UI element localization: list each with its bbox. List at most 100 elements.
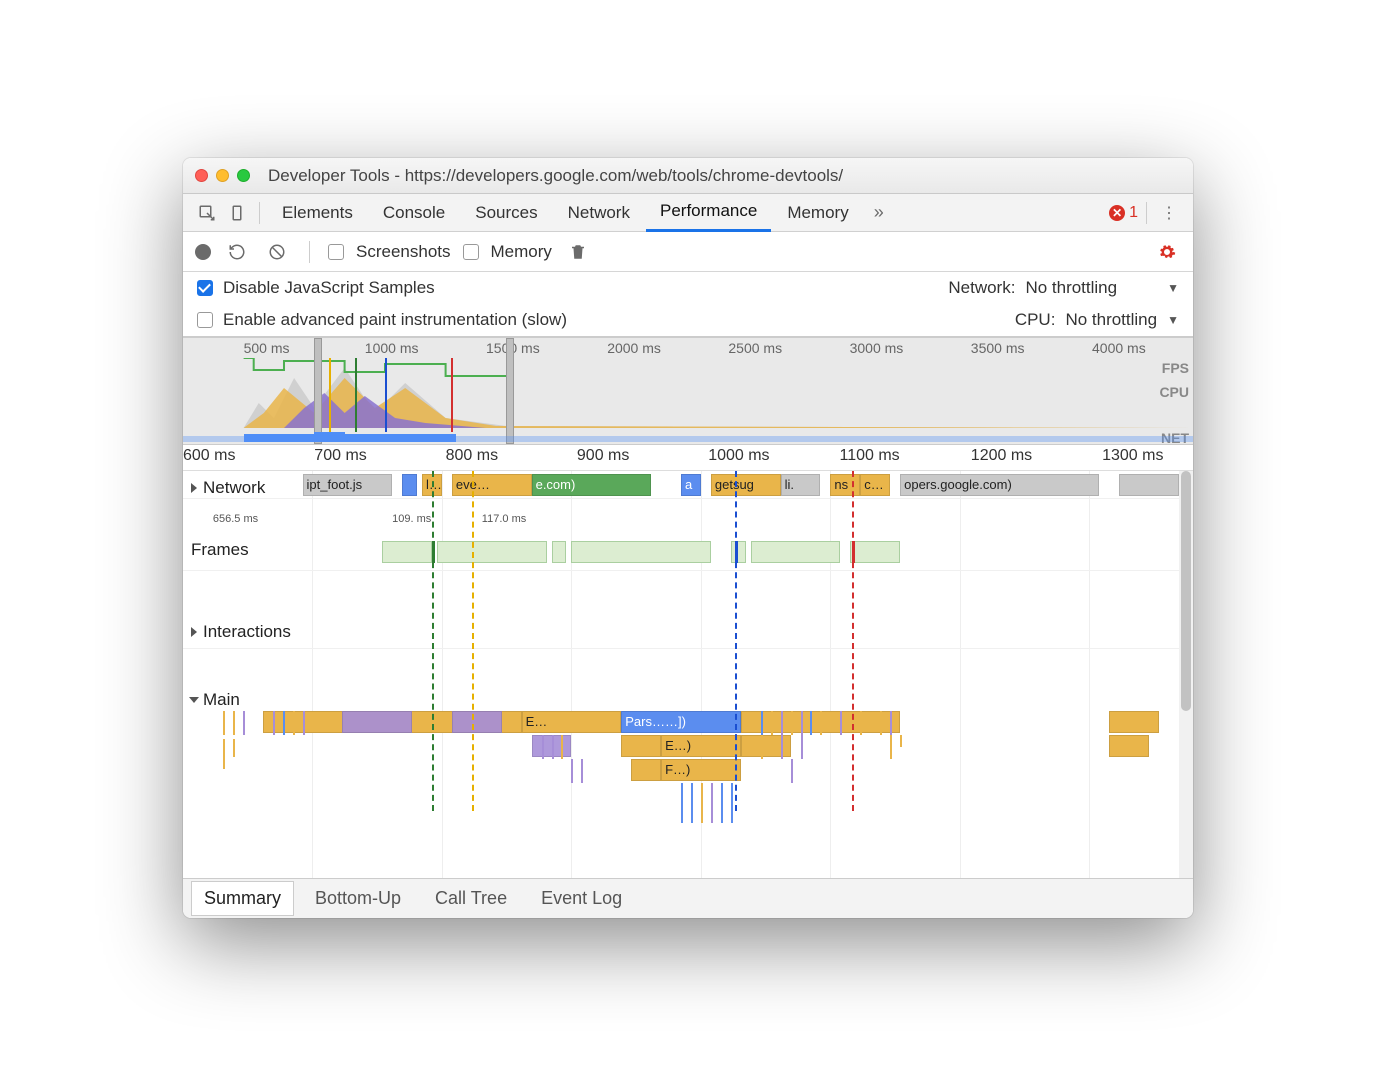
flame-spike[interactable] xyxy=(561,735,563,759)
flame-spike[interactable] xyxy=(761,735,763,759)
overview-handle-left[interactable] xyxy=(314,338,322,444)
flame-spike[interactable] xyxy=(761,711,763,735)
scrollbar-thumb[interactable] xyxy=(1181,471,1191,711)
tab-sources[interactable]: Sources xyxy=(461,195,551,231)
zoom-icon[interactable] xyxy=(237,169,250,182)
record-button[interactable] xyxy=(195,244,211,260)
flame-spike[interactable] xyxy=(571,759,573,783)
frame-bar[interactable] xyxy=(382,541,432,563)
network-request-bar[interactable]: li. xyxy=(781,474,821,496)
tab-memory[interactable]: Memory xyxy=(773,195,862,231)
flame-spike[interactable] xyxy=(801,735,803,759)
flame-panel[interactable]: Network ipt_foot.jsl…eve…e.com)agetsugli… xyxy=(183,471,1193,878)
flame-bar[interactable] xyxy=(342,711,412,733)
frame-bar[interactable] xyxy=(751,541,841,563)
flame-spike[interactable] xyxy=(233,739,235,757)
frame-bar[interactable] xyxy=(552,541,567,563)
network-request-bar[interactable]: c… xyxy=(860,474,890,496)
overview-strip[interactable]: 500 ms 1000 ms 1500 ms 2000 ms 2500 ms 3… xyxy=(183,337,1193,445)
frame-bar[interactable] xyxy=(850,541,900,563)
frame-bar[interactable] xyxy=(571,541,710,563)
tab-bottom-up[interactable]: Bottom-Up xyxy=(302,881,414,916)
flame-bar[interactable]: E…) xyxy=(661,735,741,757)
paint-checkbox[interactable] xyxy=(197,312,213,328)
flame-bar[interactable]: E… xyxy=(522,711,622,733)
vertical-scrollbar[interactable] xyxy=(1179,471,1193,878)
lane-frames-header[interactable]: Frames xyxy=(183,533,249,567)
flame-spike[interactable] xyxy=(791,711,793,735)
flame-spike[interactable] xyxy=(223,739,225,769)
more-tabs-icon[interactable]: » xyxy=(865,199,893,227)
flame-bar[interactable] xyxy=(741,735,791,757)
flame-spike[interactable] xyxy=(810,711,812,735)
inspect-icon[interactable] xyxy=(193,199,221,227)
flame-spike[interactable] xyxy=(293,711,295,735)
flame-spike[interactable] xyxy=(581,759,583,783)
network-request-bar[interactable]: a xyxy=(681,474,701,496)
flame-spike[interactable] xyxy=(273,711,275,735)
reload-icon[interactable] xyxy=(223,238,251,266)
screenshots-checkbox[interactable] xyxy=(328,244,344,260)
flame-spike[interactable] xyxy=(900,735,902,747)
cpu-throttle-select[interactable]: No throttling xyxy=(1065,310,1157,330)
trash-icon[interactable] xyxy=(564,238,592,266)
frame-bar[interactable] xyxy=(731,541,746,563)
flame-bar[interactable]: Pars……]) xyxy=(621,711,741,733)
tab-summary[interactable]: Summary xyxy=(191,881,294,916)
flame-spike[interactable] xyxy=(721,783,723,823)
memory-checkbox[interactable] xyxy=(463,244,479,260)
error-badge[interactable]: ✕ 1 xyxy=(1109,204,1138,222)
frame-bar[interactable] xyxy=(437,541,547,563)
detail-ruler[interactable]: 600 ms 700 ms 800 ms 900 ms 1000 ms 1100… xyxy=(183,445,1193,471)
network-request-bar[interactable]: eve… xyxy=(452,474,532,496)
flame-spike[interactable] xyxy=(781,711,783,735)
network-request-bar[interactable]: e.com) xyxy=(532,474,652,496)
flame-spike[interactable] xyxy=(771,711,773,735)
flame-spike[interactable] xyxy=(681,783,683,823)
network-request-bar[interactable]: opers.google.com) xyxy=(900,474,1099,496)
network-request-bar[interactable] xyxy=(402,474,417,496)
disable-js-checkbox[interactable] xyxy=(197,280,213,296)
tab-console[interactable]: Console xyxy=(369,195,459,231)
network-request-bar[interactable]: ipt_foot.js xyxy=(303,474,393,496)
flame-spike[interactable] xyxy=(731,783,733,823)
flame-spike[interactable] xyxy=(820,711,822,735)
flame-spike[interactable] xyxy=(701,783,703,823)
flame-spike[interactable] xyxy=(781,735,783,759)
device-toggle-icon[interactable] xyxy=(223,199,251,227)
settings-gear-icon[interactable] xyxy=(1153,238,1181,266)
kebab-menu-icon[interactable]: ⋮ xyxy=(1155,199,1183,227)
flame-bar[interactable]: F…) xyxy=(661,759,741,781)
network-request-bar[interactable] xyxy=(1119,474,1179,496)
flame-spike[interactable] xyxy=(791,759,793,783)
flame-spike[interactable] xyxy=(243,711,245,735)
flame-spike[interactable] xyxy=(860,711,862,735)
network-request-bar[interactable]: getsug xyxy=(711,474,781,496)
flame-spike[interactable] xyxy=(801,711,803,735)
flame-bar[interactable] xyxy=(452,711,502,733)
tab-call-tree[interactable]: Call Tree xyxy=(422,881,520,916)
lane-network-header[interactable]: Network xyxy=(183,471,265,505)
tab-event-log[interactable]: Event Log xyxy=(528,881,635,916)
flame-spike[interactable] xyxy=(283,711,285,735)
flame-spike[interactable] xyxy=(691,783,693,823)
lane-interactions-header[interactable]: Interactions xyxy=(183,615,291,649)
flame-spike[interactable] xyxy=(890,735,892,759)
flame-bar[interactable] xyxy=(631,759,661,781)
flame-bar[interactable] xyxy=(1109,735,1149,757)
flame-bar[interactable] xyxy=(1109,711,1159,733)
overview-handle-right[interactable] xyxy=(506,338,514,444)
flame-spike[interactable] xyxy=(552,735,554,759)
network-request-bar[interactable]: ns xyxy=(830,474,860,496)
flame-spike[interactable] xyxy=(840,711,842,735)
close-icon[interactable] xyxy=(195,169,208,182)
tab-network[interactable]: Network xyxy=(554,195,644,231)
flame-spike[interactable] xyxy=(890,711,892,735)
clear-icon[interactable] xyxy=(263,238,291,266)
flame-spike[interactable] xyxy=(711,783,713,823)
network-throttle-select[interactable]: No throttling xyxy=(1025,278,1117,298)
tab-performance[interactable]: Performance xyxy=(646,193,771,232)
lane-main-header[interactable]: Main xyxy=(183,683,240,717)
tab-elements[interactable]: Elements xyxy=(268,195,367,231)
minimize-icon[interactable] xyxy=(216,169,229,182)
